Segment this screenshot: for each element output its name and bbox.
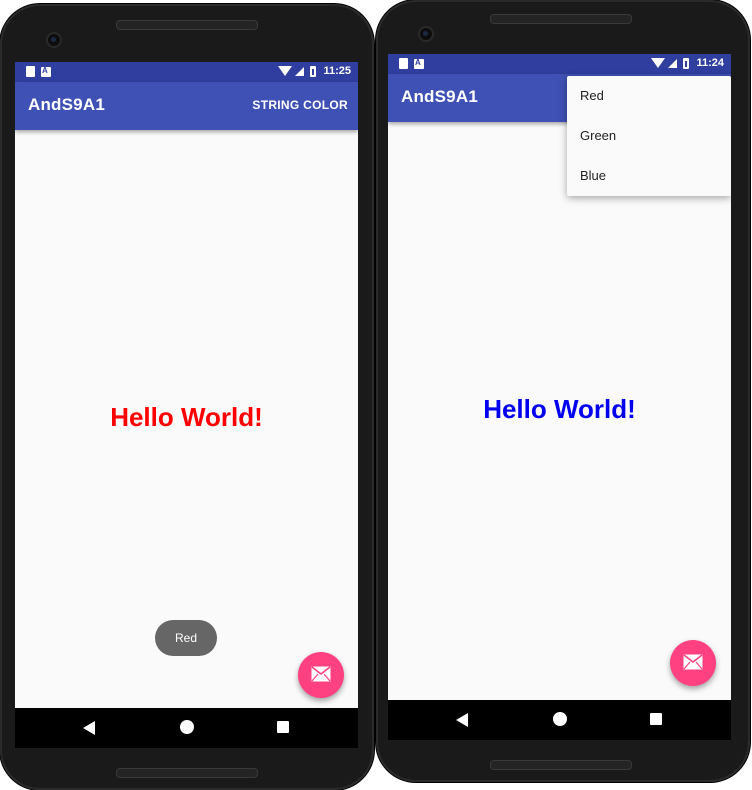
menu-item-red[interactable]: Red [567, 76, 731, 116]
notification-a-icon [41, 66, 51, 77]
signal-icon [668, 58, 678, 68]
color-options-menu: Red Green Blue [567, 76, 731, 196]
recents-icon[interactable] [650, 713, 662, 725]
email-fab-button[interactable] [670, 640, 716, 686]
menu-item-blue[interactable]: Blue [567, 156, 731, 196]
back-icon[interactable] [456, 713, 468, 727]
home-icon[interactable] [553, 712, 567, 726]
navigation-bar [15, 708, 358, 748]
front-camera [46, 32, 62, 48]
notification-a-icon [414, 58, 424, 69]
menu-item-green[interactable]: Green [567, 116, 731, 156]
signal-icon [295, 66, 305, 76]
earpiece-speaker [490, 14, 632, 24]
wifi-icon [278, 66, 293, 76]
recents-icon[interactable] [277, 721, 289, 733]
battery-icon [310, 65, 317, 77]
mail-icon [683, 654, 703, 670]
navigation-bar [388, 700, 731, 740]
toast-message: Red [155, 620, 217, 656]
bottom-speaker [116, 768, 258, 778]
home-icon[interactable] [180, 720, 194, 734]
screen-right: 11:24 AndS9A1 Red Green Blue Hello World… [388, 54, 731, 740]
app-title: AndS9A1 [28, 95, 105, 114]
wifi-icon [651, 58, 666, 68]
email-fab-button[interactable] [298, 652, 344, 698]
status-bar: 11:25 [15, 62, 358, 82]
string-color-menu-button[interactable]: STRING COLOR [252, 98, 348, 112]
screen-left: 11:25 AndS9A1 STRING COLOR Hello World! … [15, 62, 358, 748]
front-camera [418, 26, 434, 42]
earpiece-speaker [116, 20, 258, 30]
hello-world-text: Hello World! [483, 394, 636, 424]
battery-icon [683, 57, 690, 69]
sd-card-icon [26, 66, 35, 77]
bottom-speaker [490, 760, 632, 770]
app-bar: AndS9A1 STRING COLOR [15, 82, 358, 130]
status-time: 11:24 [696, 57, 724, 69]
mail-icon [311, 666, 331, 682]
app-title: AndS9A1 [401, 87, 478, 106]
hello-world-text: Hello World! [110, 402, 263, 432]
status-time: 11:25 [323, 65, 351, 77]
phone-right: 11:24 AndS9A1 Red Green Blue Hello World… [376, 0, 750, 782]
back-icon[interactable] [83, 721, 95, 735]
status-bar: 11:24 [388, 54, 731, 74]
phone-left: 11:25 AndS9A1 STRING COLOR Hello World! … [0, 4, 374, 790]
sd-card-icon [399, 58, 408, 69]
